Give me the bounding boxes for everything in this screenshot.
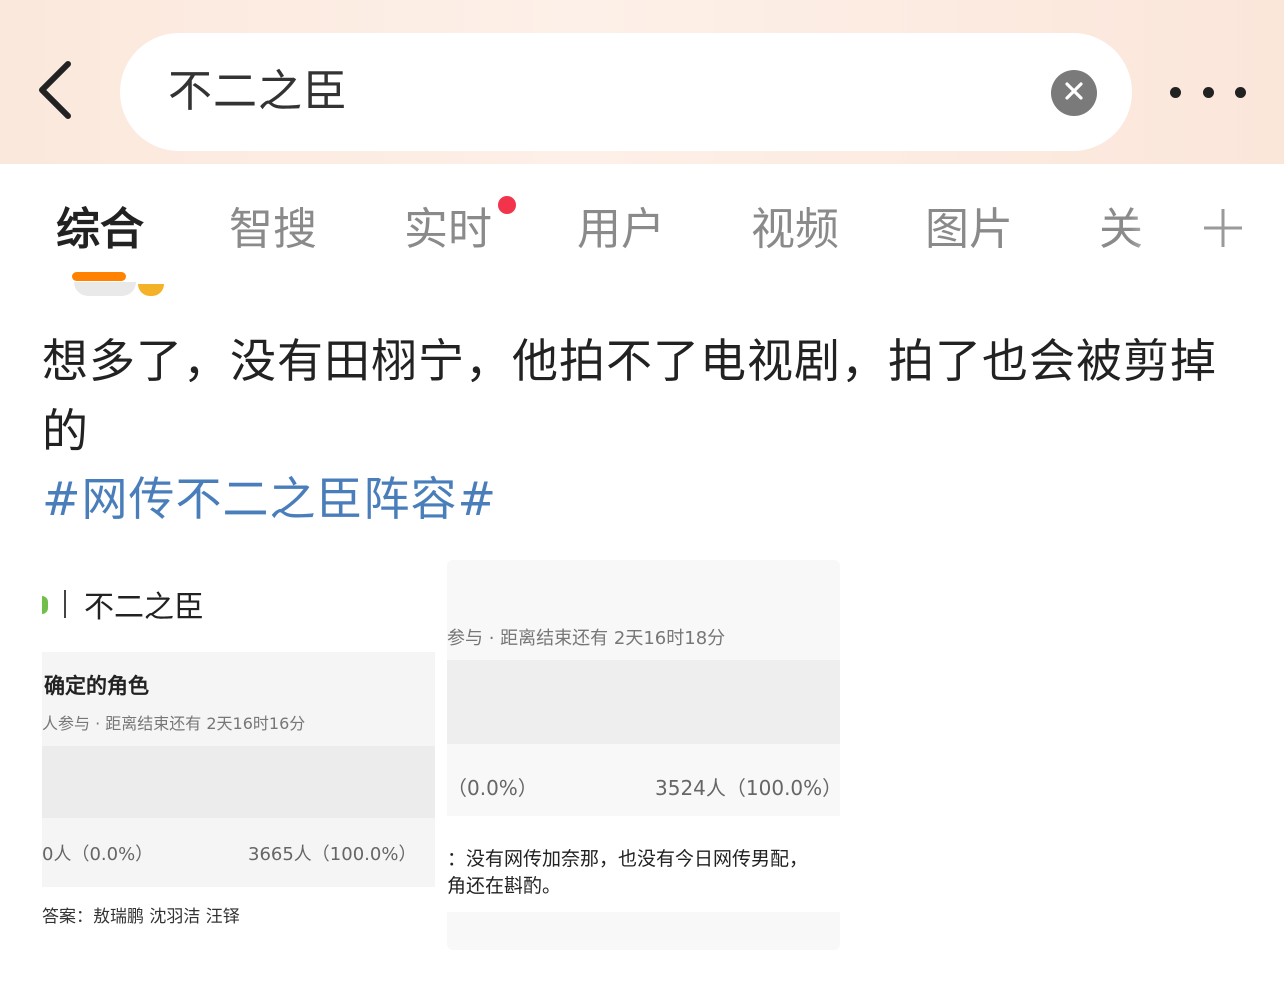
post-text: 想多了，没有田栩宁，他拍不了电视剧，拍了也会被剪掉的: [42, 334, 1217, 458]
poll-option-left: （0.0%）: [447, 776, 538, 800]
poll-meta: 参与 · 距离结束还有 2天16时18分: [447, 628, 726, 649]
tab-comprehensive[interactable]: 综合: [56, 200, 144, 260]
comment-line-2: 角还在斟酌。: [447, 875, 562, 897]
divider: [64, 590, 66, 618]
poll-option-right: 3665人（100.0%）: [248, 844, 417, 865]
more-button[interactable]: [1170, 72, 1246, 112]
logo-fragment: [42, 596, 48, 614]
image-title: 不二之臣: [84, 590, 204, 625]
poll-option-left: 0人（0.0%）: [42, 844, 154, 865]
poll-bar: [447, 660, 840, 744]
search-query-text: 不二之臣: [168, 66, 348, 117]
tab-users[interactable]: 用户: [577, 200, 665, 260]
poll-answer: 答案：敖瑞鹏 沈羽洁 汪铎: [42, 907, 240, 927]
poll-question: 确定的角色: [44, 674, 149, 698]
back-button[interactable]: [26, 56, 82, 128]
tab-realtime[interactable]: 实时: [404, 200, 492, 260]
post-image-1[interactable]: 不二之臣 确定的角色 人参与 · 距离结束还有 2天16时16分 0人（0.0%…: [42, 560, 435, 950]
tab-fade-overlay: [1130, 190, 1190, 270]
plus-icon: [1200, 209, 1246, 255]
close-icon: [1064, 81, 1084, 105]
search-input[interactable]: 不二之臣: [120, 33, 1132, 151]
post-image-2[interactable]: 参与 · 距离结束还有 2天16时18分 （0.0%） 3524人（100.0%…: [447, 560, 840, 950]
more-dot: [1235, 86, 1246, 98]
active-tab-indicator: [72, 272, 126, 281]
top-search-bar: 不二之臣: [0, 0, 1284, 164]
notification-dot: [498, 196, 516, 214]
search-tabs: 综合 智搜 实时 用户 视频 图片 关: [0, 170, 1284, 295]
poll-meta: 人参与 · 距离结束还有 2天16时16分: [42, 714, 306, 733]
comment-line-1: ：没有网传加奈那，也没有今日网传男配，: [447, 848, 809, 870]
hashtag-link[interactable]: #网传不二之臣阵容#: [42, 466, 497, 532]
poll-bar: [42, 746, 435, 818]
chevron-left-icon: [34, 58, 74, 126]
tab-videos[interactable]: 视频: [751, 200, 839, 260]
more-dot: [1202, 86, 1214, 98]
more-dots-icon: [1170, 86, 1181, 98]
tab-smart-search[interactable]: 智搜: [229, 200, 317, 260]
poll-option-right: 3524人（100.0%）: [655, 776, 840, 800]
avatar[interactable]: [74, 282, 136, 296]
add-tab-button[interactable]: [1200, 205, 1246, 251]
clear-search-button[interactable]: [1051, 70, 1097, 116]
tab-images[interactable]: 图片: [925, 200, 1013, 260]
